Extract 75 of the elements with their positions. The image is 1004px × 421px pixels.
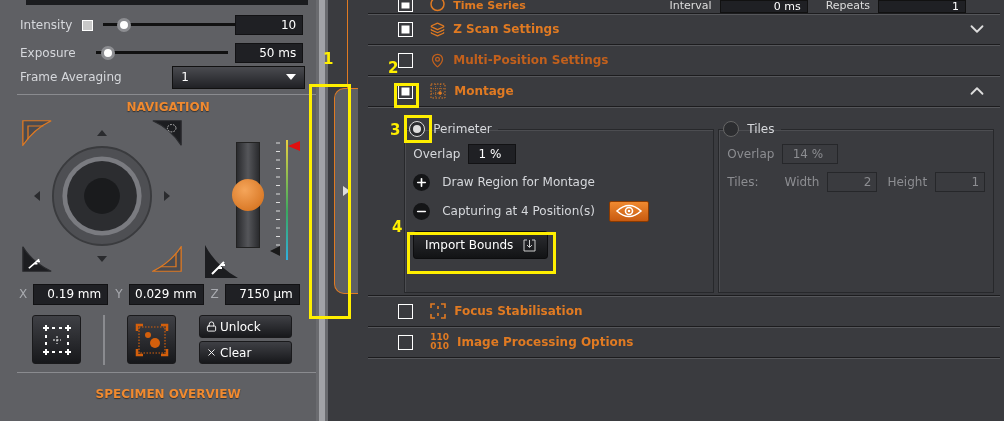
- field-label: Repeats: [825, 0, 871, 11]
- eye-button[interactable]: [608, 200, 649, 222]
- caret-down-icon: [286, 74, 297, 80]
- corner-button[interactable]: [22, 246, 52, 272]
- play-triangle-icon: [343, 186, 351, 196]
- field-label: Interval: [669, 0, 712, 11]
- dots-frame-icon: [134, 322, 169, 357]
- radio-button[interactable]: [723, 121, 740, 137]
- checkbox[interactable]: [82, 19, 94, 31]
- section-title: Multi-Position Settings: [453, 53, 609, 67]
- section-heading: NAVIGATION: [125, 100, 211, 114]
- grid-icon: [430, 83, 447, 99]
- field-label: Overlap: [727, 147, 775, 161]
- z-slider-thumb[interactable]: [232, 179, 264, 211]
- plus-icon: [415, 175, 429, 189]
- lock-icon: [206, 321, 217, 332]
- slider-label: Intensity: [20, 18, 73, 32]
- clear-button[interactable]: Clear: [199, 341, 292, 364]
- dropdown[interactable]: 1: [172, 65, 306, 89]
- axis-label: Y: [115, 287, 123, 301]
- binary-icon: 110 010: [430, 333, 450, 351]
- field-label: Overlap: [413, 147, 461, 161]
- close-icon: [206, 347, 217, 358]
- checkbox[interactable]: [398, 303, 414, 319]
- slider-thumb[interactable]: [117, 18, 132, 32]
- highlight-frame: [394, 83, 419, 108]
- joystick-drawing[interactable]: [52, 146, 152, 246]
- overlap-field[interactable]: 1 %: [468, 144, 517, 164]
- action-label: Draw Region for Montage: [442, 175, 595, 189]
- section-title: Focus Stabilisation: [454, 304, 583, 318]
- add-button[interactable]: [413, 173, 431, 191]
- clock-icon: [430, 0, 446, 12]
- coordinate-field[interactable]: 0.19 mm: [33, 283, 109, 305]
- dropdown-label: Frame Averaging: [20, 70, 122, 84]
- callout-number: 2: [388, 59, 399, 77]
- axis-label: X: [19, 287, 28, 301]
- checkbox[interactable]: [398, 21, 414, 37]
- value-field[interactable]: 0 ms: [719, 0, 808, 13]
- highlight-frame: [404, 115, 432, 143]
- checkbox[interactable]: [398, 0, 414, 12]
- section-title: Image Processing Options: [457, 335, 634, 349]
- section-title: Time Series: [453, 0, 526, 12]
- section-heading: SPECIMEN OVERVIEW: [94, 387, 242, 401]
- callout-number: 3: [390, 121, 401, 139]
- import-icon: [523, 238, 537, 252]
- map-pin-icon: [430, 52, 446, 68]
- import-bounds-button[interactable]: Import Bounds: [413, 231, 549, 259]
- slider-thumb[interactable]: [101, 46, 116, 60]
- coordinate-field[interactable]: 0.029 mm: [128, 283, 204, 305]
- radio-label: Perimeter: [433, 122, 492, 136]
- layers-icon: [430, 21, 446, 37]
- value-field[interactable]: 50 ms: [235, 43, 304, 63]
- corner-button[interactable]: [204, 244, 239, 279]
- slider-label: Exposure: [20, 46, 76, 60]
- overlap-field[interactable]: 14 %: [782, 144, 839, 164]
- focus-brackets-icon: [430, 303, 447, 319]
- coordinate-field[interactable]: 7150 µm: [224, 283, 300, 305]
- eye-icon: [615, 204, 642, 218]
- grid-button[interactable]: [32, 315, 81, 364]
- value-field[interactable]: 1: [878, 0, 967, 13]
- checkbox[interactable]: [398, 334, 414, 350]
- callout-number: 1: [323, 50, 334, 68]
- field-label: Tiles:: [727, 175, 759, 189]
- unlock-button[interactable]: Unlock: [199, 315, 292, 338]
- section-title: Z Scan Settings: [453, 22, 560, 36]
- section-title: Montage: [454, 84, 514, 98]
- field-label: Height: [887, 175, 928, 189]
- remove-button[interactable]: [413, 202, 431, 220]
- target-button[interactable]: [127, 315, 176, 364]
- value-field[interactable]: 10: [235, 15, 304, 35]
- callout-number: 4: [392, 218, 403, 236]
- axis-label: Z: [210, 287, 219, 301]
- radio-label: Tiles: [747, 122, 775, 136]
- field-label: Width: [784, 175, 820, 189]
- action-label: Capturing at 4 Position(s): [442, 204, 595, 218]
